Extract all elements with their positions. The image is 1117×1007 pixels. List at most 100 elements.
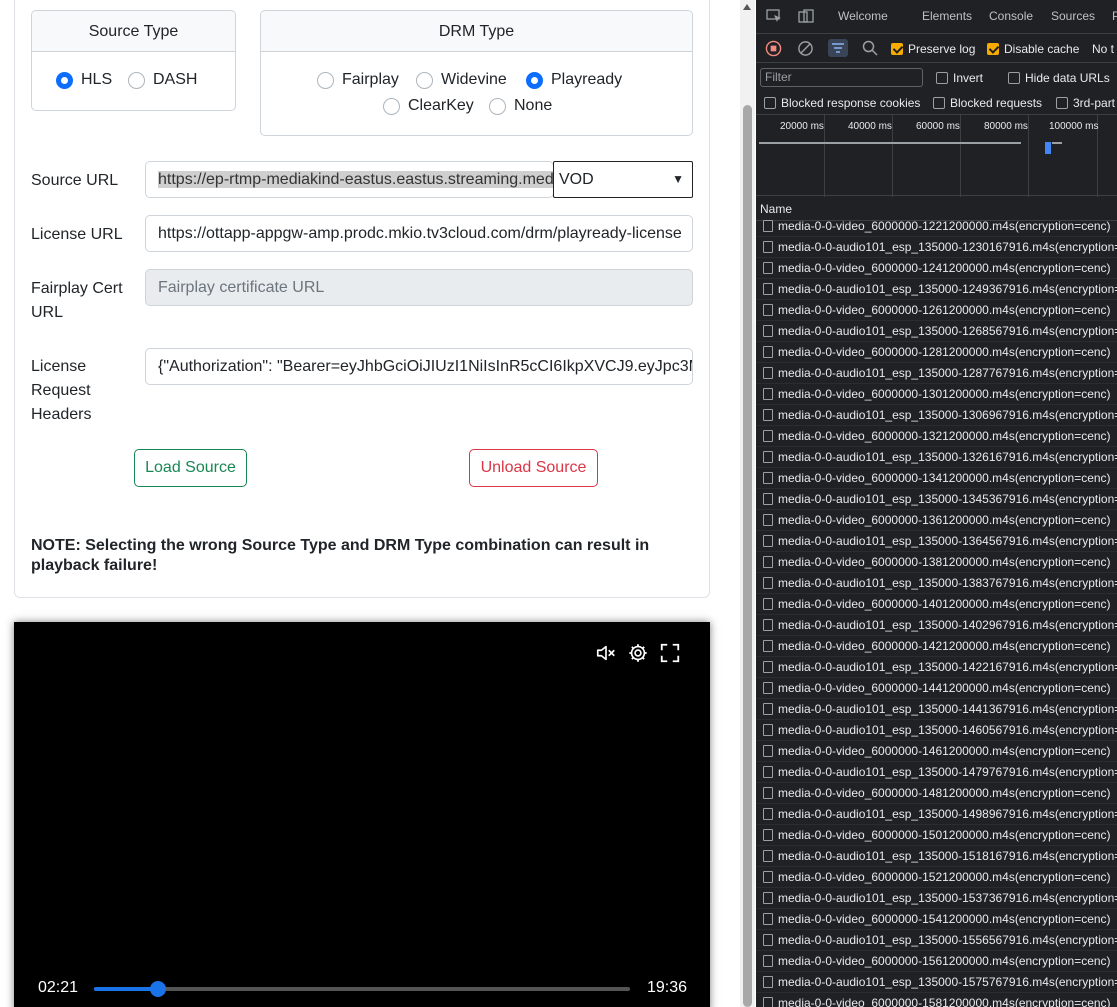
disable-cache-checkbox[interactable]: Disable cache <box>987 42 1079 56</box>
tab-sources[interactable]: Sources <box>1051 9 1095 23</box>
license-headers-value: {"Authorization": "Bearer=eyJhbGciOiJIUz… <box>158 358 693 375</box>
network-request-row[interactable]: media-0-0-video_6000000-1381200000.m4s(e… <box>756 552 1117 573</box>
stream-type-select[interactable]: VOD ▼ <box>553 161 693 198</box>
radio-clearkey-dot[interactable] <box>383 97 400 115</box>
network-request-row[interactable]: media-0-0-audio101_esp_135000-1230167916… <box>756 237 1117 258</box>
network-request-row[interactable]: media-0-0-video_6000000-1521200000.m4s(e… <box>756 867 1117 888</box>
network-request-row[interactable]: media-0-0-audio101_esp_135000-1364567916… <box>756 531 1117 552</box>
clear-icon[interactable] <box>797 40 814 57</box>
network-request-row[interactable]: media-0-0-video_6000000-1441200000.m4s(e… <box>756 678 1117 699</box>
hide-data-urls-checkbox[interactable]: Hide data URLs <box>1008 71 1110 85</box>
network-request-row[interactable]: media-0-0-audio101_esp_135000-1422167916… <box>756 657 1117 678</box>
network-request-row[interactable]: media-0-0-audio101_esp_135000-1326167916… <box>756 447 1117 468</box>
network-request-row[interactable]: media-0-0-audio101_esp_135000-1268567916… <box>756 321 1117 342</box>
network-request-row[interactable]: media-0-0-video_6000000-1481200000.m4s(e… <box>756 783 1117 804</box>
network-request-row[interactable]: media-0-0-video_6000000-1281200000.m4s(e… <box>756 342 1117 363</box>
radio-fairplay[interactable]: Fairplay <box>317 71 399 89</box>
network-request-row[interactable]: media-0-0-audio101_esp_135000-1249367916… <box>756 279 1117 300</box>
radio-fairplay-dot[interactable] <box>317 71 334 89</box>
network-request-row[interactable]: media-0-0-video_6000000-1221200000.m4s(e… <box>756 216 1117 237</box>
search-icon[interactable] <box>862 40 878 56</box>
settings-icon[interactable] <box>627 642 649 664</box>
network-request-row[interactable]: media-0-0-video_6000000-1341200000.m4s(e… <box>756 468 1117 489</box>
radio-hls[interactable]: HLS <box>56 71 112 89</box>
network-request-row[interactable]: media-0-0-audio101_esp_135000-1575767916… <box>756 972 1117 993</box>
filter-input[interactable]: Filter <box>760 68 923 87</box>
network-request-row[interactable]: media-0-0-video_6000000-1361200000.m4s(e… <box>756 510 1117 531</box>
radio-none[interactable]: None <box>489 97 552 115</box>
radio-playready-dot[interactable] <box>526 71 543 89</box>
network-request-row[interactable]: media-0-0-video_6000000-1561200000.m4s(e… <box>756 951 1117 972</box>
radio-dash-dot[interactable] <box>128 71 145 89</box>
fairplay-cert-placeholder: Fairplay certificate URL <box>158 279 325 296</box>
fullscreen-icon[interactable] <box>659 642 681 664</box>
network-request-name: media-0-0-video_6000000-1501200000.m4s(e… <box>778 828 1111 842</box>
tab-console[interactable]: Console <box>989 9 1033 23</box>
document-icon <box>763 766 773 778</box>
page-scrollbar-thumb[interactable] <box>743 105 752 1007</box>
network-request-row[interactable]: media-0-0-video_6000000-1501200000.m4s(e… <box>756 825 1117 846</box>
network-request-row[interactable]: media-0-0-audio101_esp_135000-1345367916… <box>756 489 1117 510</box>
fairplay-cert-input[interactable]: Fairplay certificate URL <box>145 269 693 306</box>
radio-dash[interactable]: DASH <box>128 71 197 89</box>
network-request-row[interactable]: media-0-0-video_6000000-1401200000.m4s(e… <box>756 594 1117 615</box>
network-request-row[interactable]: media-0-0-audio101_esp_135000-1556567916… <box>756 930 1117 951</box>
tab-elements[interactable]: Elements <box>922 9 972 23</box>
network-request-row[interactable]: media-0-0-video_6000000-1421200000.m4s(e… <box>756 636 1117 657</box>
network-request-row[interactable]: media-0-0-video_6000000-1581200000.m4s(e… <box>756 993 1117 1007</box>
network-request-row[interactable]: media-0-0-audio101_esp_135000-1518167916… <box>756 846 1117 867</box>
radio-clearkey[interactable]: ClearKey <box>383 97 474 115</box>
network-request-row[interactable]: media-0-0-audio101_esp_135000-1383767916… <box>756 573 1117 594</box>
tab-welcome[interactable]: Welcome <box>838 9 888 23</box>
blocked-cookies-checkbox[interactable]: Blocked response cookies <box>764 96 920 110</box>
network-request-row[interactable]: media-0-0-video_6000000-1261200000.m4s(e… <box>756 300 1117 321</box>
blocked-requests-checkbox[interactable]: Blocked requests <box>933 96 1042 110</box>
third-party-checkbox[interactable]: 3rd-part <box>1056 96 1115 110</box>
invert-checkbox[interactable]: Invert <box>936 71 983 85</box>
device-toolbar-icon[interactable] <box>798 9 814 23</box>
blocked-cookies-box[interactable] <box>764 97 776 109</box>
network-request-row[interactable]: media-0-0-audio101_esp_135000-1498967916… <box>756 804 1117 825</box>
seek-bar-handle[interactable] <box>150 981 167 997</box>
network-request-row[interactable]: media-0-0-video_6000000-1241200000.m4s(e… <box>756 258 1117 279</box>
inspect-element-icon[interactable] <box>766 9 782 23</box>
disable-cache-box[interactable] <box>987 43 999 55</box>
network-request-row[interactable]: media-0-0-audio101_esp_135000-1402967916… <box>756 615 1117 636</box>
radio-none-dot[interactable] <box>489 97 506 115</box>
network-request-row[interactable]: media-0-0-video_6000000-1301200000.m4s(e… <box>756 384 1117 405</box>
hide-data-urls-box[interactable] <box>1008 72 1020 84</box>
network-request-row[interactable]: media-0-0-audio101_esp_135000-1306967916… <box>756 405 1117 426</box>
unload-source-button[interactable]: Unload Source <box>469 449 598 487</box>
network-request-row[interactable]: media-0-0-audio101_esp_135000-1460567916… <box>756 720 1117 741</box>
mute-icon[interactable] <box>595 642 617 664</box>
load-source-button[interactable]: Load Source <box>134 449 247 487</box>
radio-playready[interactable]: Playready <box>526 71 622 89</box>
network-request-row[interactable]: media-0-0-audio101_esp_135000-1287767916… <box>756 363 1117 384</box>
filter-toggle-icon[interactable] <box>828 39 848 57</box>
blocked-requests-box[interactable] <box>933 97 945 109</box>
source-url-input[interactable]: https://ep-rtmp-mediakind-eastus.eastus.… <box>145 161 554 198</box>
network-request-row[interactable]: media-0-0-audio101_esp_135000-1441367916… <box>756 699 1117 720</box>
tab-overflow[interactable]: P <box>1112 9 1117 23</box>
preserve-log-checkbox[interactable]: Preserve log <box>891 42 975 56</box>
record-stop-icon[interactable] <box>765 40 782 57</box>
radio-widevine-dot[interactable] <box>416 71 433 89</box>
network-timeline-overview[interactable]: 20000 ms 40000 ms 60000 ms 80000 ms 1000… <box>756 114 1117 197</box>
video-player[interactable]: 02:21 19:36 <box>14 622 710 1007</box>
throttling-select[interactable]: No t <box>1092 42 1114 56</box>
network-request-row[interactable]: media-0-0-video_6000000-1541200000.m4s(e… <box>756 909 1117 930</box>
network-request-row[interactable]: media-0-0-audio101_esp_135000-1479767916… <box>756 762 1117 783</box>
radio-hls-dot[interactable] <box>56 71 73 89</box>
network-request-row[interactable]: media-0-0-video_6000000-1321200000.m4s(e… <box>756 426 1117 447</box>
invert-box[interactable] <box>936 72 948 84</box>
preserve-log-box[interactable] <box>891 43 903 55</box>
seek-bar[interactable] <box>94 981 630 997</box>
third-party-box[interactable] <box>1056 97 1068 109</box>
license-url-input[interactable]: https://ottapp-appgw-amp.prodc.mkio.tv3c… <box>145 215 693 252</box>
radio-widevine[interactable]: Widevine <box>416 71 507 89</box>
license-headers-input[interactable]: {"Authorization": "Bearer=eyJhbGciOiJIUz… <box>145 348 693 385</box>
network-request-row[interactable]: media-0-0-audio101_esp_135000-1537367916… <box>756 888 1117 909</box>
page-scrollbar[interactable] <box>740 0 755 1007</box>
network-request-row[interactable]: media-0-0-video_6000000-1461200000.m4s(e… <box>756 741 1117 762</box>
scroll-up-arrow-icon[interactable] <box>743 4 751 10</box>
